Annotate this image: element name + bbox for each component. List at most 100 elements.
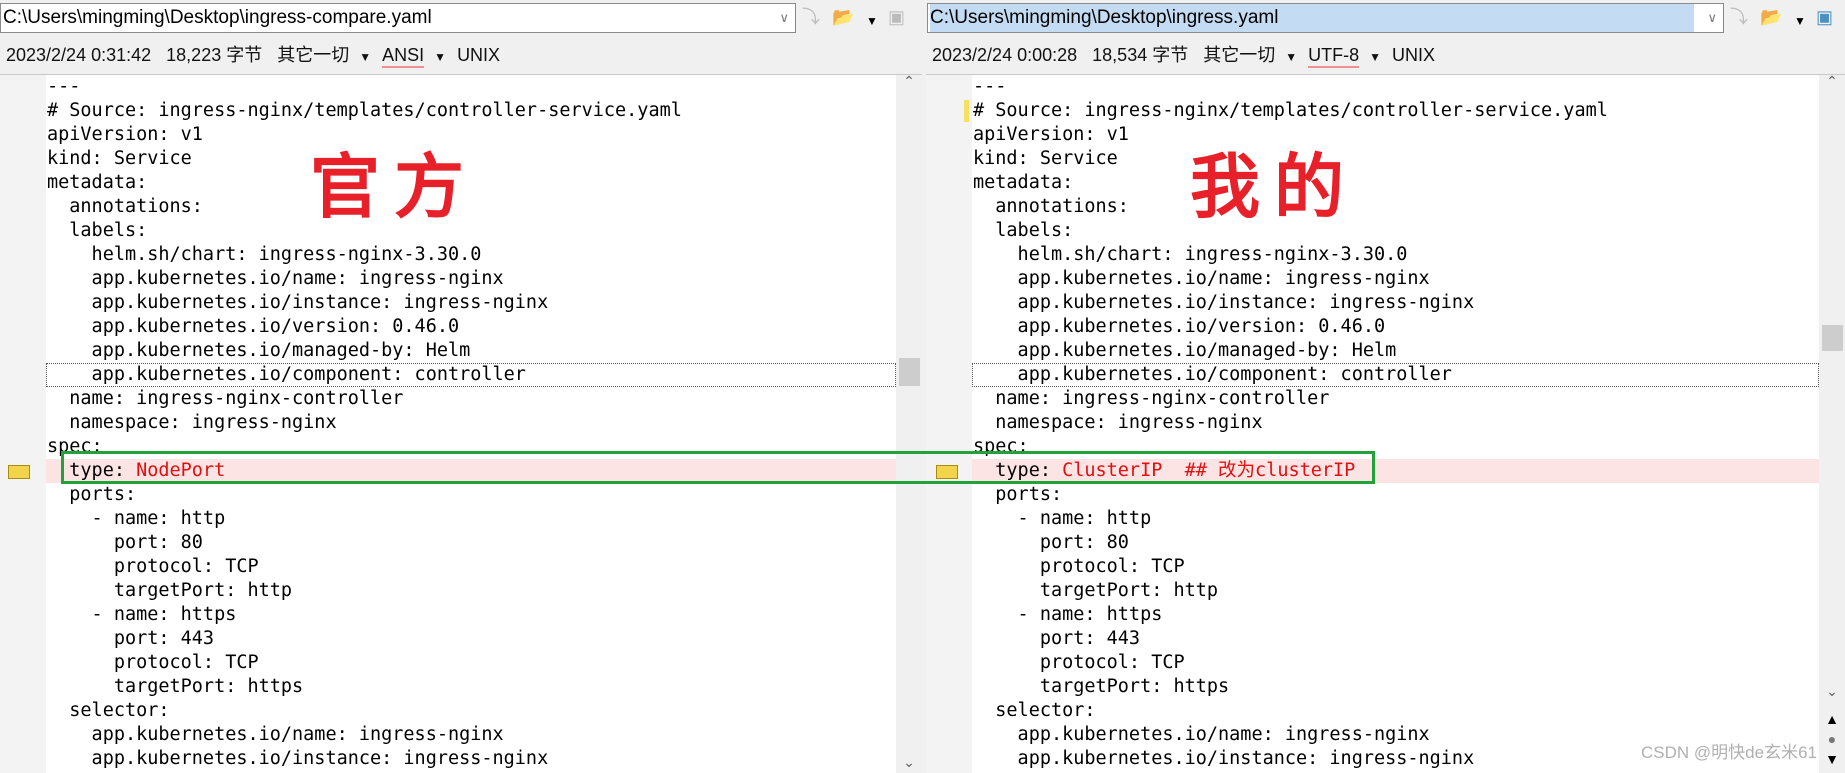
line-text: port: 80	[47, 532, 203, 553]
line-text: ---	[973, 76, 1007, 97]
reload-icon[interactable]: ⤵	[1730, 6, 1748, 28]
code-line: app.kubernetes.io/name: ingress-nginx	[46, 267, 896, 291]
line-text: annotations:	[47, 196, 203, 217]
code-line: annotations:	[972, 195, 1819, 219]
chevron-down-icon[interactable]: ∨	[779, 4, 789, 32]
right-path-combobox[interactable]: C:\Users\mingming\Desktop\ingress.yaml ∨	[927, 3, 1724, 33]
diff-arrow-right-icon[interactable]	[8, 465, 30, 479]
line-text: targetPort: https	[47, 676, 304, 697]
line-text: port: 80	[973, 532, 1129, 553]
chevron-down-icon[interactable]: ∨	[1707, 4, 1717, 32]
scroll-up-icon[interactable]: ⌃	[896, 75, 922, 90]
line-text: app.kubernetes.io/version: 0.46.0	[973, 316, 1386, 337]
line-text: targetPort: https	[973, 676, 1230, 697]
overlay-label-mine: 我的	[1190, 145, 1358, 228]
code-line: namespace: ingress-nginx	[972, 411, 1819, 435]
code-line: app.kubernetes.io/managed-by: Helm	[46, 339, 896, 363]
folder-open-icon[interactable]: 📂	[832, 6, 854, 28]
line-text: metadata:	[47, 172, 148, 193]
code-line: app.kubernetes.io/name: ingress-nginx	[46, 723, 896, 747]
encoding-dropdown-icon[interactable]: ▼	[1369, 50, 1381, 64]
code-line: targetPort: http	[972, 579, 1819, 603]
line-text: app.kubernetes.io/component: controller	[973, 364, 1452, 385]
code-line: - name: https	[46, 603, 896, 627]
line-text: ---	[47, 76, 81, 97]
left-path-combobox[interactable]: C:\Users\mingming\Desktop\ingress-compar…	[0, 3, 796, 33]
right-date: 2023/2/24 0:00:28	[932, 45, 1078, 65]
code-line: port: 443	[972, 627, 1819, 651]
left-eol[interactable]: UNIX	[457, 45, 500, 65]
left-gutter	[0, 75, 46, 773]
left-scrollbar[interactable]: ⌃ ⌄	[896, 75, 922, 773]
right-lines: --- # Source: ingress-nginx/templates/con…	[972, 75, 1819, 771]
code-line: protocol: TCP	[972, 651, 1819, 675]
scroll-down-icon[interactable]: ⌄	[896, 754, 922, 771]
right-filter[interactable]: 其它一切	[1203, 45, 1275, 65]
left-encoding[interactable]: ANSI	[382, 45, 425, 68]
code-line: # Source: ingress-nginx/templates/contro…	[46, 99, 896, 123]
code-line: apiVersion: v1	[972, 123, 1819, 147]
line-text: app.kubernetes.io/instance: ingress-ngin…	[973, 292, 1475, 313]
code-line: targetPort: http	[46, 579, 896, 603]
line-text: helm.sh/chart: ingress-nginx-3.30.0	[47, 244, 482, 265]
code-line: - name: http	[46, 507, 896, 531]
line-text: - name: http	[973, 508, 1152, 529]
line-text: # Source: ingress-nginx/templates/contro…	[973, 100, 1608, 121]
code-line: metadata:	[972, 171, 1819, 195]
code-line: app.kubernetes.io/version: 0.46.0	[972, 315, 1819, 339]
encoding-dropdown-icon[interactable]: ▼	[434, 50, 446, 64]
left-path-text: C:\Users\mingming\Desktop\ingress-compar…	[3, 7, 432, 28]
line-text: app.kubernetes.io/managed-by: Helm	[973, 340, 1397, 361]
line-text: targetPort: http	[47, 580, 293, 601]
code-line: helm.sh/chart: ingress-nginx-3.30.0	[972, 243, 1819, 267]
left-size: 18,223 字节	[166, 45, 263, 65]
right-code-view[interactable]: --- # Source: ingress-nginx/templates/con…	[926, 74, 1845, 773]
code-line: app.kubernetes.io/version: 0.46.0	[46, 315, 896, 339]
folder-open-icon[interactable]: 📂	[1760, 6, 1782, 28]
code-line: app.kubernetes.io/managed-by: Helm	[972, 339, 1819, 363]
line-text: ports:	[47, 484, 137, 505]
code-line: app.kubernetes.io/component: controller	[46, 363, 896, 387]
line-text: - name: https	[47, 604, 237, 625]
right-encoding[interactable]: UTF-8	[1308, 45, 1360, 68]
line-text: - name: http	[47, 508, 226, 529]
code-line: port: 80	[972, 531, 1819, 555]
line-text: protocol: TCP	[973, 652, 1185, 673]
line-text: protocol: TCP	[47, 556, 259, 577]
line-text: app.kubernetes.io/name: ingress-nginx	[973, 268, 1430, 289]
line-text: # Source: ingress-nginx/templates/contro…	[47, 100, 682, 121]
left-scroll-thumb[interactable]	[899, 358, 920, 386]
code-line: ports:	[972, 483, 1819, 507]
code-line: app.kubernetes.io/name: ingress-nginx	[972, 267, 1819, 291]
line-text: app.kubernetes.io/instance: ingress-ngin…	[47, 748, 549, 769]
current-diff-icon[interactable]: ●	[1819, 731, 1845, 747]
prev-diff-icon[interactable]: ▲	[1819, 711, 1845, 727]
line-text: - name: https	[973, 604, 1163, 625]
line-text: protocol: TCP	[973, 556, 1185, 577]
right-scroll-thumb[interactable]	[1822, 325, 1843, 351]
open-dropdown-icon[interactable]: ▼	[1794, 10, 1806, 32]
code-line: - name: http	[972, 507, 1819, 531]
line-text: metadata:	[973, 172, 1074, 193]
code-line: port: 80	[46, 531, 896, 555]
left-code-view[interactable]: --- # Source: ingress-nginx/templates/con…	[0, 74, 922, 773]
next-diff-icon[interactable]: ▼	[1819, 751, 1845, 767]
save-icon[interactable]: ▣	[888, 6, 905, 28]
open-dropdown-icon[interactable]: ▼	[866, 10, 878, 32]
right-eol[interactable]: UNIX	[1392, 45, 1435, 65]
line-text: selector:	[973, 700, 1096, 721]
save-icon[interactable]: ▣	[1816, 6, 1833, 28]
reload-icon[interactable]: ⤵	[802, 6, 820, 28]
code-line: namespace: ingress-nginx	[46, 411, 896, 435]
line-text: helm.sh/chart: ingress-nginx-3.30.0	[973, 244, 1408, 265]
line-text: name: ingress-nginx-controller	[47, 388, 404, 409]
filter-dropdown-icon[interactable]: ▼	[359, 50, 371, 64]
filter-dropdown-icon[interactable]: ▼	[1285, 50, 1297, 64]
overlay-label-official: 官方	[310, 145, 478, 228]
left-filter[interactable]: 其它一切	[277, 45, 349, 65]
scroll-up-icon[interactable]: ⌃	[1819, 75, 1845, 90]
right-scrollbar[interactable]: ⌃ ⌄ ▲ ● ▼	[1819, 75, 1845, 773]
scroll-down-icon[interactable]: ⌄	[1819, 683, 1845, 700]
code-line: ---	[46, 75, 896, 99]
line-text: ports:	[973, 484, 1063, 505]
